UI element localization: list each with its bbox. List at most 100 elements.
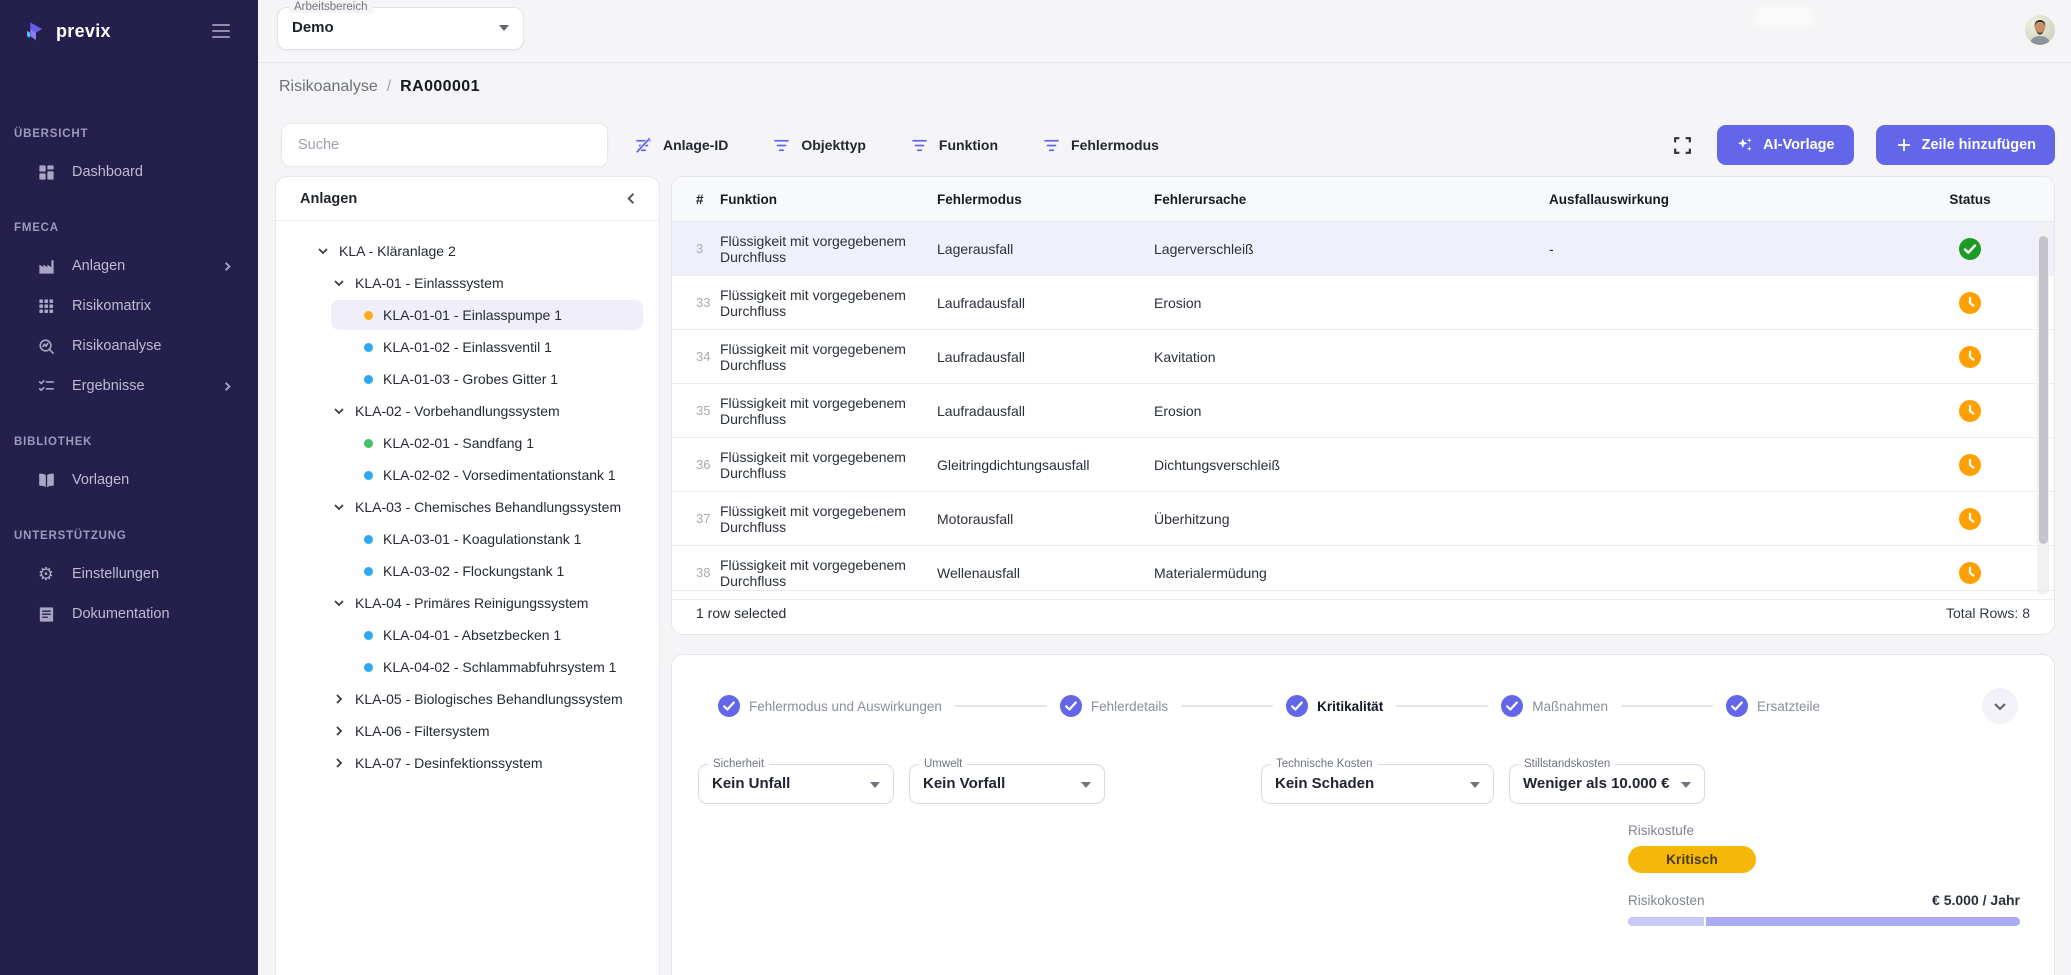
filter-chip[interactable]: Fehlermodus: [1042, 136, 1159, 155]
node-status-dot: [364, 535, 373, 544]
tree-item[interactable]: KLA-01-01 - Einlasspumpe 1: [331, 300, 643, 330]
search-input[interactable]: [281, 123, 608, 167]
plus-icon: [1895, 136, 1913, 154]
select-field[interactable]: Umwelt Kein Vorfall: [909, 764, 1105, 804]
chevron-down-icon: [332, 404, 346, 418]
cell-fehlerursache: Materialermüdung: [1154, 565, 1549, 581]
tree-item[interactable]: KLA-02 - Vorbehandlungssystem: [332, 396, 649, 426]
breadcrumb-separator: /: [387, 78, 391, 96]
tree-item[interactable]: KLA-04-02 - Schlammabfuhrsystem 1: [331, 652, 643, 682]
filter-chip[interactable]: Funktion: [910, 136, 998, 155]
tree-item-label: KLA-03 - Chemisches Behandlungssystem: [355, 499, 621, 515]
ai-template-button[interactable]: AI-Vorlage: [1717, 125, 1853, 165]
filter-chip-label: Funktion: [939, 137, 998, 153]
tree-item[interactable]: KLA-03-01 - Koagulationstank 1: [331, 524, 643, 554]
filter-chips: Anlage-ID Objekttyp Funktion: [634, 136, 1159, 155]
table-row[interactable]: 33 Flüssigkeit mit vorgegebenem Durchflu…: [672, 276, 2054, 330]
tree-item[interactable]: KLA-02-01 - Sandfang 1: [331, 428, 643, 458]
sidebar-item[interactable]: Ergebnisse: [0, 366, 258, 406]
stepper: Fehlermodus und Auswirkungen Fehlerdetai…: [672, 655, 2054, 724]
sidebar-section: FMECA Anlagen Risikomatrix Risikoanalyse: [0, 218, 258, 406]
filter-chip[interactable]: Objekttyp: [772, 136, 866, 155]
table-row[interactable]: 37 Flüssigkeit mit vorgegebenem Durchflu…: [672, 492, 2054, 546]
row-number: 33: [672, 295, 720, 310]
table-row[interactable]: 3 Flüssigkeit mit vorgegebenem Durchflus…: [672, 222, 2054, 276]
breadcrumb-parent[interactable]: Risikoanalyse: [279, 78, 378, 96]
sidebar-nav: ÜBERSICHT Dashboard FMECA Anlagen Risiko…: [0, 62, 258, 634]
table-scrollbar-thumb[interactable]: [2039, 236, 2048, 544]
table-row[interactable]: 34 Flüssigkeit mit vorgegebenem Durchflu…: [672, 330, 2054, 384]
total-rows-count: Total Rows: 8: [1946, 605, 2030, 621]
tree-item[interactable]: KLA-04 - Primäres Reinigungssystem: [332, 588, 649, 618]
cell-status: [1931, 238, 2054, 260]
tree-item[interactable]: KLA-01-02 - Einlassventil 1: [331, 332, 643, 362]
filter-chip[interactable]: Anlage-ID: [634, 136, 728, 155]
sidebar-item-label: Dokumentation: [72, 606, 221, 622]
tree-item[interactable]: KLA - Kläranlage 2: [316, 236, 649, 266]
cell-funktion: Flüssigkeit mit vorgegebenem Durchfluss: [720, 395, 937, 427]
detail-collapse-button[interactable]: [1982, 688, 2018, 724]
sidebar-item[interactable]: Vorlagen: [0, 460, 258, 500]
tree-item-label: KLA-04-02 - Schlammabfuhrsystem 1: [383, 659, 616, 675]
fullscreen-button[interactable]: [1670, 133, 1695, 158]
sidebar-item[interactable]: Risikomatrix: [0, 286, 258, 326]
status-pending-icon: [1959, 562, 1981, 584]
tree-item[interactable]: KLA-03 - Chemisches Behandlungssystem: [332, 492, 649, 522]
tree-item-label: KLA-03-01 - Koagulationstank 1: [383, 531, 581, 547]
step-check-icon: [1501, 695, 1523, 717]
chevron-down-icon: [316, 244, 330, 258]
select-field[interactable]: Sicherheit Kein Unfall: [698, 764, 894, 804]
factory-icon: [36, 256, 56, 276]
sidebar-item-label: Risikoanalyse: [72, 338, 221, 354]
table-row[interactable]: 36 Flüssigkeit mit vorgegebenem Durchflu…: [672, 438, 2054, 492]
cell-status: [1931, 346, 2054, 368]
toolbar-actions: AI-Vorlage Zeile hinzufügen: [1670, 125, 2055, 165]
step-label: Ersatzteile: [1757, 699, 1820, 714]
table-body: 3 Flüssigkeit mit vorgegebenem Durchflus…: [672, 222, 2054, 600]
tree-item[interactable]: KLA-01-03 - Grobes Gitter 1: [331, 364, 643, 394]
tree-item[interactable]: KLA-05 - Biologisches Behandlungssystem: [332, 684, 649, 714]
dropdown-arrow-icon: [1681, 782, 1691, 788]
add-row-button[interactable]: Zeile hinzufügen: [1876, 125, 2055, 165]
cell-funktion: Flüssigkeit mit vorgegebenem Durchfluss: [720, 557, 937, 589]
sidebar-item-label: Einstellungen: [72, 566, 221, 582]
fmeca-table: # Funktion Fehlermodus Fehlerursache Aus…: [671, 176, 2055, 635]
sidebar-item[interactable]: Dashboard: [0, 152, 258, 192]
tree-item[interactable]: KLA-03-02 - Flockungstank 1: [331, 556, 643, 586]
sidebar-item[interactable]: ⚙ Einstellungen: [0, 554, 258, 594]
cell-fehlermodus: Motorausfall: [937, 511, 1154, 527]
menu-toggle-icon[interactable]: [208, 20, 234, 42]
tree-item[interactable]: KLA-04-01 - Absetzbecken 1: [331, 620, 643, 650]
select-field[interactable]: Technische Kosten Kein Schaden: [1261, 764, 1494, 804]
table-row[interactable]: 35 Flüssigkeit mit vorgegebenem Durchflu…: [672, 384, 2054, 438]
user-avatar[interactable]: [2025, 15, 2055, 45]
breadcrumb: Risikoanalyse / RA000001: [279, 78, 480, 96]
tree-item[interactable]: KLA-06 - Filtersystem: [332, 716, 649, 746]
risk-level-badge: Kritisch: [1628, 846, 1756, 873]
risk-cost-value: € 5.000 / Jahr: [1932, 892, 2020, 908]
select-field[interactable]: Stillstandskosten Weniger als 10.000 €: [1509, 764, 1705, 804]
tree-item-label: KLA-01-01 - Einlasspumpe 1: [383, 307, 562, 323]
workspace-select[interactable]: Arbeitsbereich Demo: [277, 7, 524, 50]
panel-collapse-button[interactable]: [624, 191, 639, 206]
select-field-value: Kein Unfall: [699, 765, 893, 803]
chevron-down-icon: [332, 500, 346, 514]
asset-tree: KLA - Kläranlage 2 KLA-01 - Einlasssyste…: [276, 221, 659, 790]
tree-item-label: KLA-01-03 - Grobes Gitter 1: [383, 371, 558, 387]
tree-item[interactable]: KLA-01 - Einlasssystem: [332, 268, 649, 298]
cell-status: [1931, 454, 2054, 476]
cell-funktion: Flüssigkeit mit vorgegebenem Durchfluss: [720, 287, 937, 319]
asset-tree-header: Anlagen: [276, 177, 659, 221]
tree-item[interactable]: KLA-07 - Desinfektionssystem: [332, 748, 649, 778]
sidebar-item[interactable]: Anlagen: [0, 246, 258, 286]
node-status-dot: [364, 439, 373, 448]
chevron-right-icon: [221, 260, 234, 273]
tree-item[interactable]: KLA-02-02 - Vorsedimentationstank 1: [331, 460, 643, 490]
app-logo[interactable]: previx: [24, 20, 111, 43]
risk-cost-progress-buffer: [1628, 917, 1706, 926]
sidebar-item[interactable]: Dokumentation: [0, 594, 258, 634]
sidebar-item[interactable]: Risikoanalyse: [0, 326, 258, 366]
chevron-right-icon: [332, 724, 346, 738]
col-header-fehlermodus: Fehlermodus: [937, 192, 1154, 207]
dropdown-arrow-icon: [1081, 782, 1091, 788]
